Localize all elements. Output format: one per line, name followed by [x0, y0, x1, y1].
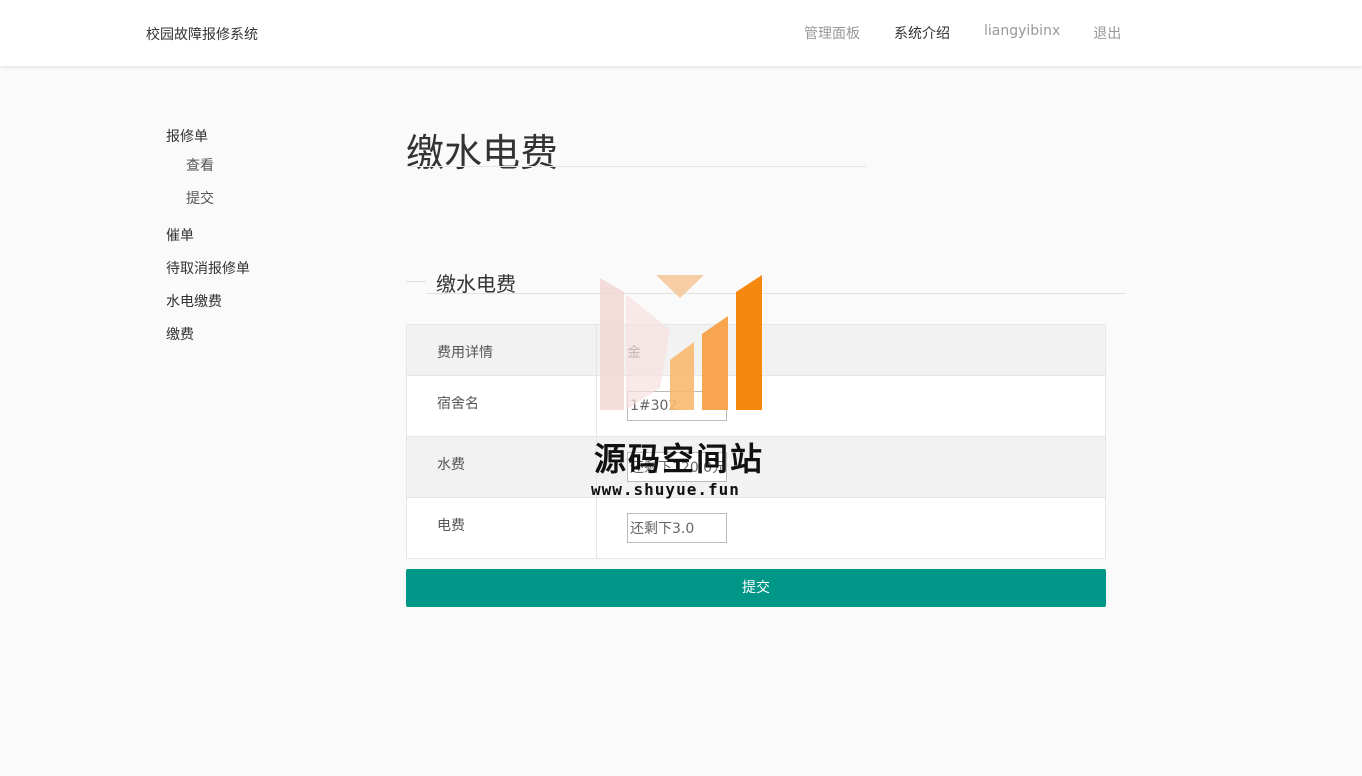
nav-logout[interactable]: 退出 [1093, 23, 1121, 43]
nav-system-intro[interactable]: 系统介绍 [894, 23, 950, 43]
fieldset-legend: 缴水电费 [436, 272, 516, 296]
sidebar-item-repair-orders[interactable]: 报修单 [166, 126, 208, 146]
top-navbar: 校园故障报修系统 管理面板 系统介绍 liangyibinx 退出 [0, 0, 1362, 66]
nav-admin-panel[interactable]: 管理面板 [804, 23, 860, 43]
page-title: 缴水电费 [406, 131, 559, 175]
nav-username[interactable]: liangyibinx [984, 23, 1060, 43]
sidebar-item-view[interactable]: 查看 [186, 155, 214, 175]
sidebar-item-pay[interactable]: 缴费 [166, 324, 194, 344]
table-row: 宿舍名 [406, 375, 1106, 437]
sidebar-item-pending-cancel[interactable]: 待取消报修单 [166, 258, 250, 278]
table-row: 电费 [406, 497, 1106, 559]
watermark-title: 源码空间站 [594, 440, 765, 478]
water-fee-label: 水费 [406, 436, 597, 498]
header-label: 费用详情 [406, 324, 597, 376]
top-nav: 管理面板 系统介绍 liangyibinx 退出 [804, 23, 1121, 43]
dorm-label: 宿舍名 [406, 375, 597, 437]
electric-fee-label: 电费 [406, 497, 597, 559]
submit-button[interactable]: 提交 [406, 569, 1106, 607]
title-divider [406, 166, 866, 167]
dorm-name-input[interactable] [627, 391, 727, 421]
sidebar-item-urge[interactable]: 催单 [166, 225, 194, 245]
header-value: 金 [596, 324, 1106, 376]
fieldset-border-right [426, 293, 1126, 294]
table-header-row: 费用详情 金 [406, 324, 1106, 376]
electric-fee-input[interactable] [627, 513, 727, 543]
app-brand[interactable]: 校园故障报修系统 [146, 24, 258, 44]
sidebar-item-utility-payment[interactable]: 水电缴费 [166, 291, 222, 311]
watermark-url: www.shuyue.fun [591, 480, 740, 499]
fieldset-border-left [406, 281, 426, 282]
sidebar-item-submit[interactable]: 提交 [186, 188, 214, 208]
